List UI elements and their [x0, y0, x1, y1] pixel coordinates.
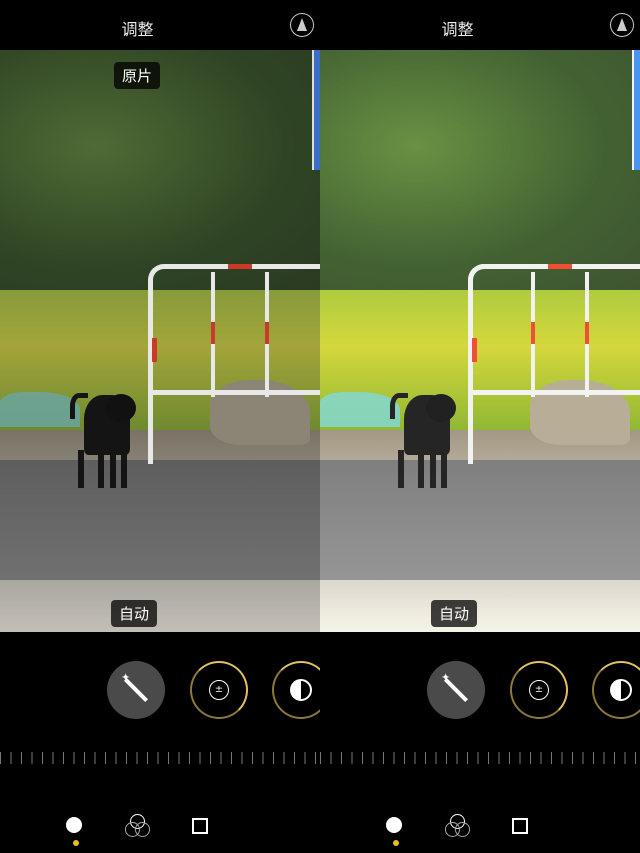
brilliance-button[interactable]: [272, 661, 320, 719]
brilliance-button[interactable]: [592, 661, 640, 719]
tarp: [0, 392, 80, 427]
auto-label: 自动: [431, 600, 478, 627]
photo-preview[interactable]: 原片 自动: [0, 50, 320, 632]
filters-icon[interactable]: [444, 812, 472, 840]
filters-icon[interactable]: [124, 812, 152, 840]
tarp: [320, 392, 400, 427]
dog-leg: [430, 450, 436, 488]
auto-enhance-a-icon[interactable]: [610, 13, 634, 37]
auto-enhance-a-icon[interactable]: [290, 13, 314, 37]
crop-rotate-icon[interactable]: [186, 812, 214, 840]
fence-stripe: [548, 264, 572, 269]
curb: [0, 580, 320, 632]
exposure-icon: ±: [209, 680, 229, 700]
screen-title: 调整: [121, 20, 154, 39]
fence-stripe: [531, 322, 535, 344]
adjust-slider[interactable]: [320, 752, 640, 764]
fence-stripe: [472, 338, 477, 362]
fence-stripe: [265, 322, 269, 344]
dog-head: [106, 394, 136, 422]
photo-preview[interactable]: [320, 50, 640, 632]
adjust-slider[interactable]: [0, 752, 320, 764]
fence-stripe: [152, 338, 157, 362]
exposure-icon: ±: [529, 680, 549, 700]
auto-magic-wand-button[interactable]: ✦: [427, 661, 485, 719]
fence-rail: [470, 390, 640, 395]
dog-leg: [98, 450, 104, 488]
fence-stripe: [228, 264, 252, 269]
edited-panel: 调整 自动 ✦ ±: [320, 0, 640, 853]
fence-rail: [150, 390, 320, 395]
trees: [320, 50, 640, 290]
brilliance-icon: [290, 679, 312, 701]
crop-rotate-icon[interactable]: [506, 812, 534, 840]
trees: [0, 50, 320, 290]
exposure-button[interactable]: ±: [190, 661, 248, 719]
adjust-dial-icon[interactable]: [381, 812, 409, 846]
dog-leg: [110, 450, 116, 488]
screen-title: 调整: [441, 20, 474, 39]
sign: [632, 50, 640, 170]
magic-wand-icon: ✦: [121, 671, 131, 684]
road: [320, 460, 640, 590]
adjust-dial-icon[interactable]: [61, 812, 89, 846]
road: [0, 460, 320, 590]
dog-leg: [441, 450, 447, 488]
fence: [468, 264, 640, 464]
original-badge: 原片: [114, 62, 161, 89]
dog-leg: [78, 450, 84, 488]
auto-label: 自动: [111, 600, 158, 627]
top-bar: 调整: [320, 0, 640, 50]
dog-leg: [418, 450, 424, 488]
dog-leg: [398, 450, 404, 488]
top-bar: 调整: [0, 0, 320, 50]
dog-leg: [121, 450, 127, 488]
fence-stripe: [585, 322, 589, 344]
original-panel: 调整 原片 自动 ✦ ±: [0, 0, 320, 853]
brilliance-icon: [610, 679, 632, 701]
dog-head: [426, 394, 456, 422]
fence-stripe: [211, 322, 215, 344]
auto-magic-wand-button[interactable]: ✦: [107, 661, 165, 719]
exposure-button[interactable]: ±: [510, 661, 568, 719]
curb: [320, 580, 640, 632]
sign: [312, 50, 320, 170]
magic-wand-icon: ✦: [441, 671, 451, 684]
fence: [148, 264, 320, 464]
